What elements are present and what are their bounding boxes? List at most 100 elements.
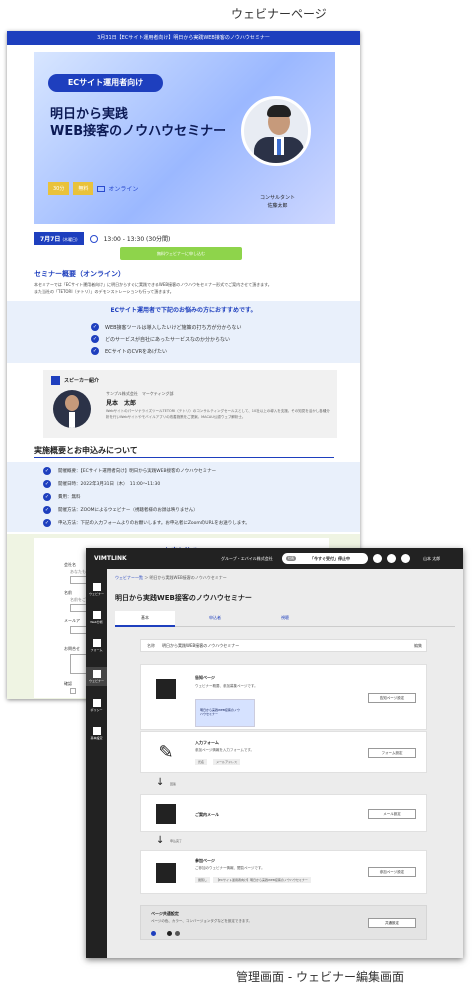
tab-viewing[interactable]: 視聴 — [255, 611, 315, 627]
recommend-box: ECサイト運用者で下記のお悩みの方におすすめです。 ✓ WEB接客ツールは導入した… — [7, 301, 360, 363]
outline-item: ✓ 開催日時：2022年3月31日（木） 11:00〜11:30 — [43, 480, 161, 488]
recommend-item: ✓ WEB接客ツールは導入したいけど施策の打ち方が分からない — [91, 323, 242, 331]
card-input-form: ✎ 入力フォーム 参加ページ情報を入力フォームです。 氏名 メールアドレス フォ… — [140, 731, 427, 773]
name-field: 名称 明日から実践WEB接客のノウハウセミナー 編集 — [140, 639, 427, 652]
card-title: 入力フォーム — [195, 740, 219, 745]
chart-icon — [92, 611, 101, 619]
tab-bar: 基本 申込者 視聴 — [115, 611, 455, 627]
clock-icon — [89, 234, 98, 243]
name-edit-link[interactable]: 編集 — [414, 643, 422, 649]
calendar-icon — [156, 679, 176, 699]
mail-settings-button[interactable]: メール設定 — [368, 809, 416, 819]
outline-title: 実施概要とお申込みについて — [34, 446, 138, 455]
admin-sidebar: ウェビナー Web分析 フォーム ウェビナー ポリシー 基本設定 — [86, 569, 107, 958]
card-join-page: 参加ページ ご参加のウェビナー情報、閲覧ページです。 閲覧し 【ECサイト運用者… — [140, 850, 427, 894]
audience-pill: ECサイト運用者向け — [48, 74, 163, 92]
outline-box: ✓ 開催概要：【ECサイト運用者向け】明日から実践WEB接客のノウハウセミナー ✓… — [7, 462, 360, 532]
sidebar-item-form[interactable]: フォーム — [86, 639, 107, 652]
email-label: メールア — [64, 618, 80, 623]
sidebar-item-analytics[interactable]: Web分析 — [86, 611, 107, 624]
bell-icon[interactable] — [373, 554, 382, 563]
form-settings-button[interactable]: フォーム設定 — [368, 748, 416, 758]
check-icon: ✓ — [43, 493, 51, 501]
time-text: 13:00 - 13:30 (30分間) — [103, 236, 171, 243]
color-swatch[interactable] — [151, 931, 156, 936]
common-settings-button[interactable]: 共通設定 — [368, 918, 416, 928]
announce-settings-button[interactable]: 告知ページ設定 — [368, 693, 416, 703]
overview-title: セミナー概要（オンライン） — [34, 270, 125, 278]
duration-tag: 30分 — [48, 182, 70, 195]
date-badge: 7月7日 (木曜日) — [34, 232, 84, 245]
name-hint: 名前をご — [70, 597, 86, 602]
form-icon — [92, 639, 101, 647]
hero-title-line1: 明日から実践 — [50, 107, 129, 122]
card-desc: 参加ページ情報を入力フォームです。 — [195, 748, 254, 752]
recommend-title: ECサイト運用者で下記のお悩みの方におすすめです。 — [110, 307, 257, 314]
color-swatches — [151, 931, 180, 936]
admin-logo[interactable]: VIMTLINK — [94, 555, 127, 562]
speaker-name: 見本 太郎 — [106, 400, 137, 407]
color-swatch[interactable] — [159, 931, 164, 936]
screen-icon — [156, 863, 176, 883]
hero-title-line2: WEB接客のノウハウセミナー — [50, 124, 227, 139]
free-tag: 無料 — [73, 182, 94, 195]
hero-title: 明日から実践 WEB接客のノウハウセミナー — [50, 106, 226, 140]
admin-caption: 管理画面 - ウェビナー編集画面 — [236, 970, 404, 984]
document-icon[interactable] — [387, 554, 396, 563]
online-label: オンライン — [108, 186, 139, 193]
check-icon: ✓ — [91, 335, 99, 343]
apply-button[interactable]: 無料ウェビナーに申し込む — [120, 247, 242, 260]
admin-topbar: VIMTLINK グループ・エバイル株式会社 社長 「今すぐ受付」停止中 山本 … — [86, 548, 463, 569]
confirm-label: 確認 — [64, 681, 72, 686]
tab-applicants[interactable]: 申込者 — [185, 611, 245, 627]
color-swatch[interactable] — [167, 931, 172, 936]
tab-basic[interactable]: 基本 — [115, 611, 175, 627]
sidebar-item-webinar-active[interactable]: ウェビナー — [86, 667, 107, 686]
step-label: 申込完了 — [170, 839, 183, 843]
hero-tags: 30分 無料 オンライン — [48, 182, 138, 195]
outline-item: ✓ 申込方法：下記の入力フォームよりのお願いします。お申込者にZoomのURLをお… — [43, 519, 250, 527]
name-key: 名称 — [147, 643, 155, 648]
outline-item: ✓ 費用：無料 — [43, 493, 81, 501]
arrow-down-icon: ↓ — [156, 835, 165, 846]
check-icon: ✓ — [43, 506, 51, 514]
overview-body: 本セミナーでは「ECサイト運用者向け」に明日からすぐに実践できるWEB接客のノウ… — [34, 282, 272, 294]
edit-icon: ✎ — [158, 742, 174, 763]
recommend-item: ✓ ECサイトのCVRをあげたい — [91, 347, 168, 355]
page-title: 明日から実践WEB接客のノウハウセミナー — [115, 594, 252, 602]
hero: ECサイト運用者向け 明日から実践 WEB接客のノウハウセミナー 30分 無料 … — [34, 52, 335, 224]
breadcrumb-link[interactable]: ウェビナー一覧 — [115, 575, 143, 580]
sidebar-item-policy[interactable]: ポリシー — [86, 699, 107, 712]
status-toggle[interactable]: 社長 「今すぐ受付」停止中 — [282, 553, 368, 564]
speaker-section: スピーカー紹介 サンプル株式会社 マーケティング部 見本 太郎 Webサイトのパ… — [43, 370, 337, 438]
home-icon — [92, 583, 101, 591]
top-banner: 3月31日【ECサイト運用者向け】明日から実践WEB接客のノウハウセミナー — [7, 31, 360, 45]
org-name: グループ・エバイル株式会社 — [221, 556, 273, 561]
common-settings: ページ共通設定 ページの色、カラー、コンバージョンタグなどを設定できます。 共通… — [140, 905, 427, 940]
help-icon[interactable] — [401, 554, 410, 563]
announce-thumbnail: 明日から実践WEB接客のノウハウセミナー — [195, 699, 255, 727]
confirm-checkbox[interactable] — [70, 688, 76, 694]
name-value: 明日から実践WEB接客のノウハウセミナー — [162, 643, 240, 648]
outline-item: ✓ 開催概要：【ECサイト運用者向け】明日から実践WEB接客のノウハウセミナー — [43, 467, 217, 475]
common-desc: ページの色、カラー、コンバージョンタグなどを設定できます。 — [151, 919, 252, 923]
card-guide-mail: ご案内メール メール設定 — [140, 794, 427, 832]
sidebar-item-webinar[interactable]: ウェビナー — [86, 583, 107, 596]
join-settings-button[interactable]: 参加ページ設定 — [368, 867, 416, 877]
common-title: ページ共通設定 — [151, 911, 179, 916]
date-row: 7月7日 (木曜日) 13:00 - 13:30 (30分間) — [34, 232, 170, 245]
webinar-page-caption: ウェビナーページ — [231, 7, 327, 21]
field-chip: 氏名 — [195, 759, 208, 765]
status-toggle-label: 社長 — [286, 556, 296, 561]
check-icon: ✓ — [43, 480, 51, 488]
card-title: 告知ページ — [195, 675, 215, 680]
color-swatch[interactable] — [175, 931, 180, 936]
gear-icon — [92, 727, 101, 735]
user-menu[interactable]: 山本 太郎 — [423, 556, 440, 562]
speaker-company: サンプル株式会社 マーケティング部 — [106, 391, 174, 396]
divider — [34, 457, 334, 458]
topbar-icons — [373, 554, 410, 563]
check-icon: ✓ — [43, 467, 51, 475]
sidebar-item-settings[interactable]: 基本設定 — [86, 727, 107, 740]
name-label: 名前 — [64, 590, 72, 595]
